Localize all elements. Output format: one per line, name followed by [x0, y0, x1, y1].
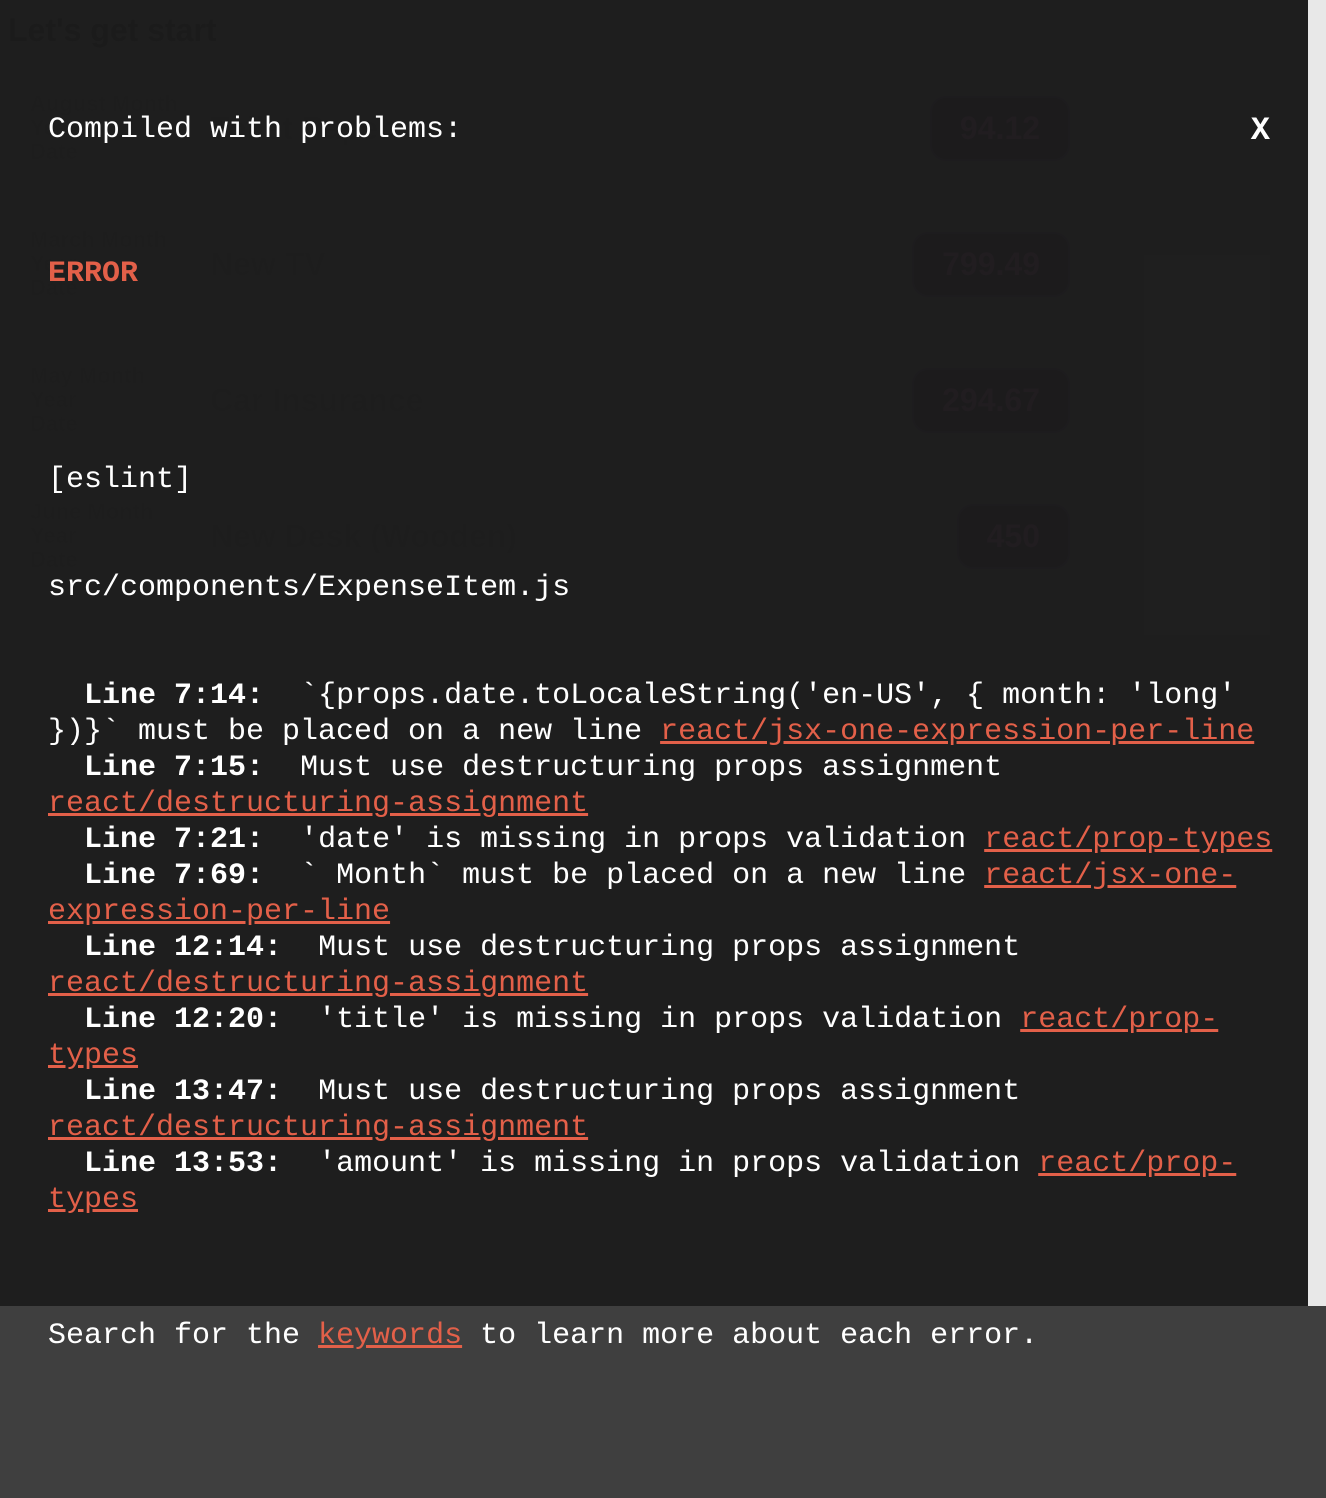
error-tool: [eslint]	[48, 462, 1278, 498]
error-line: Line 13:47: Must use destructuring props…	[48, 1074, 1278, 1146]
error-line: Line 7:14: `{props.date.toLocaleString('…	[48, 678, 1278, 750]
error-line: Line 12:20: 'title' is missing in props …	[48, 1002, 1278, 1074]
error-loc: Line 12:14:	[84, 931, 282, 965]
error-overlay: Compiled with problems: X ERROR [eslint]…	[0, 0, 1326, 1306]
error-loc: Line 13:53:	[84, 1147, 282, 1181]
scrollbar-track[interactable]	[1308, 0, 1326, 1306]
keywords-link[interactable]: keywords	[318, 1319, 462, 1353]
error-rule-link[interactable]: react/destructuring-assignment	[48, 967, 588, 1001]
error-rule-link[interactable]: react/destructuring-assignment	[48, 787, 588, 821]
error-rule-link[interactable]: react/prop-types	[984, 823, 1272, 857]
error-line: Line 7:15: Must use destructuring props …	[48, 750, 1278, 822]
footer-text-prefix: Search for the	[48, 1319, 318, 1353]
error-overlay-content: Compiled with problems: X ERROR [eslint]…	[48, 40, 1278, 1498]
error-rule-link[interactable]: react/destructuring-assignment	[48, 1111, 588, 1145]
error-loc: Line 12:20:	[84, 1003, 282, 1037]
error-msg: 'title' is missing in props validation	[318, 1003, 1020, 1037]
error-rule-link[interactable]: react/jsx-one-expression-per-line	[660, 715, 1254, 749]
error-line: Line 7:69: ` Month` must be placed on a …	[48, 858, 1278, 930]
error-msg: Must use destructuring props assignment	[318, 1075, 1038, 1109]
error-loc: Line 7:21:	[84, 823, 264, 857]
error-msg: ` Month` must be placed on a new line	[300, 859, 984, 893]
error-loc: Line 7:14:	[84, 679, 264, 713]
error-loc: Line 7:15:	[84, 751, 264, 785]
error-body: [eslint] src/components/ExpenseItem.js L…	[48, 390, 1278, 1426]
error-msg: 'date' is missing in props validation	[300, 823, 984, 857]
overlay-title: Compiled with problems:	[48, 112, 462, 148]
error-line: Line 7:21: 'date' is missing in props va…	[48, 822, 1278, 858]
error-line: Line 13:53: 'amount' is missing in props…	[48, 1146, 1278, 1218]
error-footer: Search for the keywords to learn more ab…	[48, 1318, 1278, 1354]
footer-text-suffix: to learn more about each error.	[462, 1319, 1038, 1353]
error-msg: Must use destructuring props assignment	[318, 931, 1038, 965]
error-label: ERROR	[48, 256, 1278, 292]
error-msg: 'amount' is missing in props validation	[318, 1147, 1038, 1181]
error-loc: Line 7:69:	[84, 859, 264, 893]
close-button[interactable]: X	[1243, 112, 1278, 150]
error-file: src/components/ExpenseItem.js	[48, 570, 1278, 606]
error-line: Line 12:14: Must use destructuring props…	[48, 930, 1278, 1002]
error-msg: Must use destructuring props assignment	[300, 751, 1020, 785]
error-loc: Line 13:47:	[84, 1075, 282, 1109]
